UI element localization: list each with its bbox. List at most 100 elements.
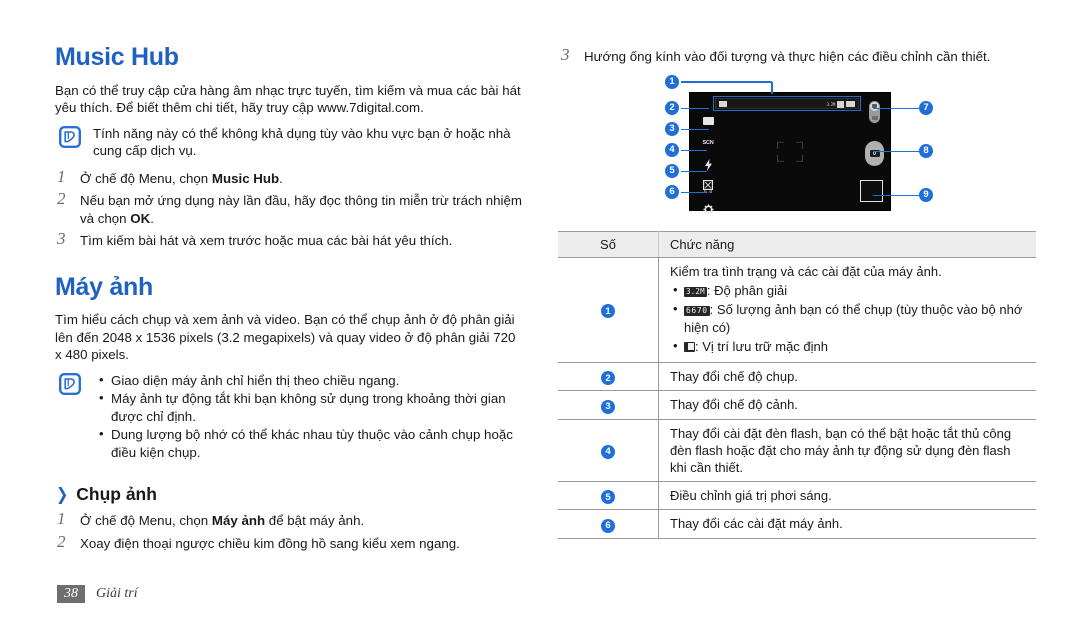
callout-8: 8: [919, 143, 933, 158]
num-badge: 6: [601, 518, 615, 533]
step-text-pre: Ở chế độ Menu, chọn: [80, 513, 212, 528]
note-icon: [59, 125, 81, 148]
num-badge: 3: [601, 399, 615, 414]
device-camera-preview: 3.2M SCN 0.0: [689, 91, 891, 215]
chevron-right-icon: ❯: [56, 485, 69, 504]
row-number-cell: 4: [558, 419, 659, 482]
camera-intro: Tìm hiểu cách chụp và xem ảnh và video. …: [55, 312, 516, 362]
focus-brackets: [777, 141, 803, 162]
thumbnail-preview[interactable]: [860, 179, 883, 202]
row-number-cell: 1: [558, 257, 659, 363]
cell-item-text: : Số lượng ảnh bạn có thể chụp (tùy thuộ…: [684, 301, 1023, 335]
row-function-cell: Thay đổi cài đặt đèn flash, bạn có thể b…: [658, 419, 1036, 482]
step-text-pre: Ở chế độ Menu, chọn: [80, 170, 212, 186]
row-number-cell: 3: [558, 390, 659, 420]
row-number-cell: 2: [558, 362, 659, 391]
step-number: 1: [57, 509, 66, 528]
cell-bullet-list: 3.2M: Độ phân giải 6670: Số lượng ảnh bạ…: [670, 281, 1026, 356]
step-number: 3: [57, 229, 66, 248]
table-row: 1 Kiểm tra tình trạng và các cài đặt của…: [558, 257, 1036, 363]
row-function-cell: Thay đổi các cài đặt máy ảnh.: [658, 509, 1036, 539]
note-icon: [59, 372, 81, 395]
scene-mode-icon[interactable]: SCN: [702, 137, 715, 150]
step-number: 2: [57, 531, 66, 551]
step-number: 1: [57, 166, 66, 186]
table-row: 4 Thay đổi cài đặt đèn flash, bạn có thể…: [558, 419, 1036, 482]
step-text-bold: Music Hub: [211, 170, 280, 186]
chup-anh-steps: 1 Ở chế độ Menu, chọn Máy ảnh để bật máy…: [55, 509, 525, 553]
step-text-post: .: [279, 170, 283, 186]
music-hub-intro: Bạn có thể truy cập cửa hàng âm nhạc trự…: [55, 82, 521, 116]
callout-5: 5: [665, 163, 679, 178]
step-item: 1 Ở chế độ Menu, chọn Máy ảnh để bật máy…: [55, 509, 525, 530]
function-table: Số Chức năng 1 Kiểm tra tình trạng và cá…: [558, 230, 1036, 539]
step-text-post: để bật máy ảnh.: [265, 513, 365, 528]
cell-item-text: : Độ phân giải: [706, 282, 788, 298]
right-column: 3 Hướng ống kính vào đối tượng và thực h…: [558, 45, 1036, 539]
camera-ui-diagram: 1 2 3 4 5 6 7 8 9 3.2M SCN 0.0: [558, 72, 1036, 217]
leader-line: [681, 107, 709, 109]
step-text-pre: Xoay điện thoại ngược chiều kim đồng hồ …: [80, 535, 460, 551]
step-text-bold: Máy ảnh: [211, 513, 266, 528]
leader-line: [873, 150, 919, 152]
subsection-label: Chụp ảnh: [76, 484, 157, 504]
table-row: 3 Thay đổi chế độ cảnh.: [558, 390, 1036, 420]
subsection-chup-anh: ❯ Chụp ảnh: [55, 484, 525, 505]
row-function-cell: Kiểm tra tình trạng và các cài đặt của m…: [658, 257, 1036, 363]
note-list-item: Máy ảnh tự động tắt khi bạn không sử dụn…: [99, 389, 525, 425]
num-badge: 4: [601, 444, 615, 459]
section-title-camera: Máy ảnh: [55, 272, 153, 301]
note-text: Tính năng này có thể không khả dụng tùy …: [93, 125, 511, 159]
shooting-mode-icon[interactable]: [702, 115, 715, 128]
note-list-item: Dung lượng bộ nhớ có thể khác nhau tùy t…: [99, 425, 525, 461]
camera-mode-knob: [870, 101, 879, 111]
page-number: 38: [57, 584, 85, 603]
step-number: 3: [561, 45, 570, 64]
note-music-hub: Tính năng này có thể không khả dụng tùy …: [55, 125, 525, 160]
note-camera: Giao diện máy ảnh chỉ hiển thị theo chiề…: [55, 371, 525, 463]
resolution-badge-icon: 3.2M: [684, 286, 707, 297]
video-mode-marker: [871, 115, 878, 120]
camera-video-toggle[interactable]: [869, 100, 880, 123]
step-text-pre: Tìm kiếm bài hát và xem trước hoặc mua c…: [80, 233, 453, 248]
table-header-row: Số Chức năng: [558, 230, 1036, 258]
num-badge: 1: [601, 304, 615, 319]
leader-line: [681, 128, 709, 130]
row-number-cell: 5: [558, 481, 659, 510]
camera-viewfinder: 3.2M SCN 0.0: [690, 92, 890, 215]
leader-line: [873, 107, 919, 109]
cell-lead-text: Kiểm tra tình trạng và các cài đặt của m…: [670, 263, 942, 279]
storage-location-icon: [684, 341, 695, 352]
section-title-music-hub: Music Hub: [55, 43, 179, 71]
note-list-item: Giao diện máy ảnh chỉ hiển thị theo chiề…: [99, 371, 525, 390]
step-item: 2 Xoay điện thoại ngược chiều kim đồng h…: [55, 531, 525, 553]
cell-item-text: : Vị trí lưu trữ mặc định: [695, 338, 828, 354]
left-column: Music Hub Bạn có thể truy cập cửa hàng â…: [55, 43, 525, 558]
step-item: 3 Tìm kiếm bài hát và xem trước hoặc mua…: [55, 229, 525, 250]
callout-3: 3: [665, 121, 679, 136]
leader-line: [771, 81, 773, 94]
note-text-list: Giao diện máy ảnh chỉ hiển thị theo chiề…: [93, 371, 525, 463]
table-row: 2 Thay đổi chế độ chụp.: [558, 362, 1036, 391]
step-text-bold: OK: [130, 210, 151, 226]
row-function-cell: Thay đổi chế độ chụp.: [658, 362, 1036, 391]
step-number: 2: [57, 189, 66, 208]
shutter-button[interactable]: [865, 140, 884, 166]
table-row: 6 Thay đổi các cài đặt máy ảnh.: [558, 509, 1036, 539]
callout-4: 4: [665, 142, 679, 157]
cell-list-item: 6670: Số lượng ảnh bạn có thể chụp (tùy …: [673, 300, 1026, 337]
table-header-function: Chức năng: [658, 230, 1036, 258]
step-item: 1 Ở chế độ Menu, chọn Music Hub.: [55, 166, 525, 188]
table-header-number: Số: [558, 230, 659, 258]
page-section-label: Giải trí: [96, 585, 138, 601]
shot-count-badge-icon: 6670: [684, 305, 710, 316]
step-text-post: .: [150, 210, 154, 226]
page-footer: 38 Giải trí: [57, 584, 138, 603]
table-row: 5 Điều chỉnh giá trị phơi sáng.: [558, 481, 1036, 510]
status-bar-highlight: [713, 95, 861, 111]
step-item: 2 Nếu bạn mở ứng dụng này lần đầu, hãy đ…: [55, 189, 525, 227]
cell-list-item: 3.2M: Độ phân giải: [673, 281, 1026, 300]
gear-icon[interactable]: [702, 203, 715, 216]
cell-list-item: : Vị trí lưu trữ mặc định: [673, 337, 1026, 356]
row-number-cell: 6: [558, 509, 659, 539]
